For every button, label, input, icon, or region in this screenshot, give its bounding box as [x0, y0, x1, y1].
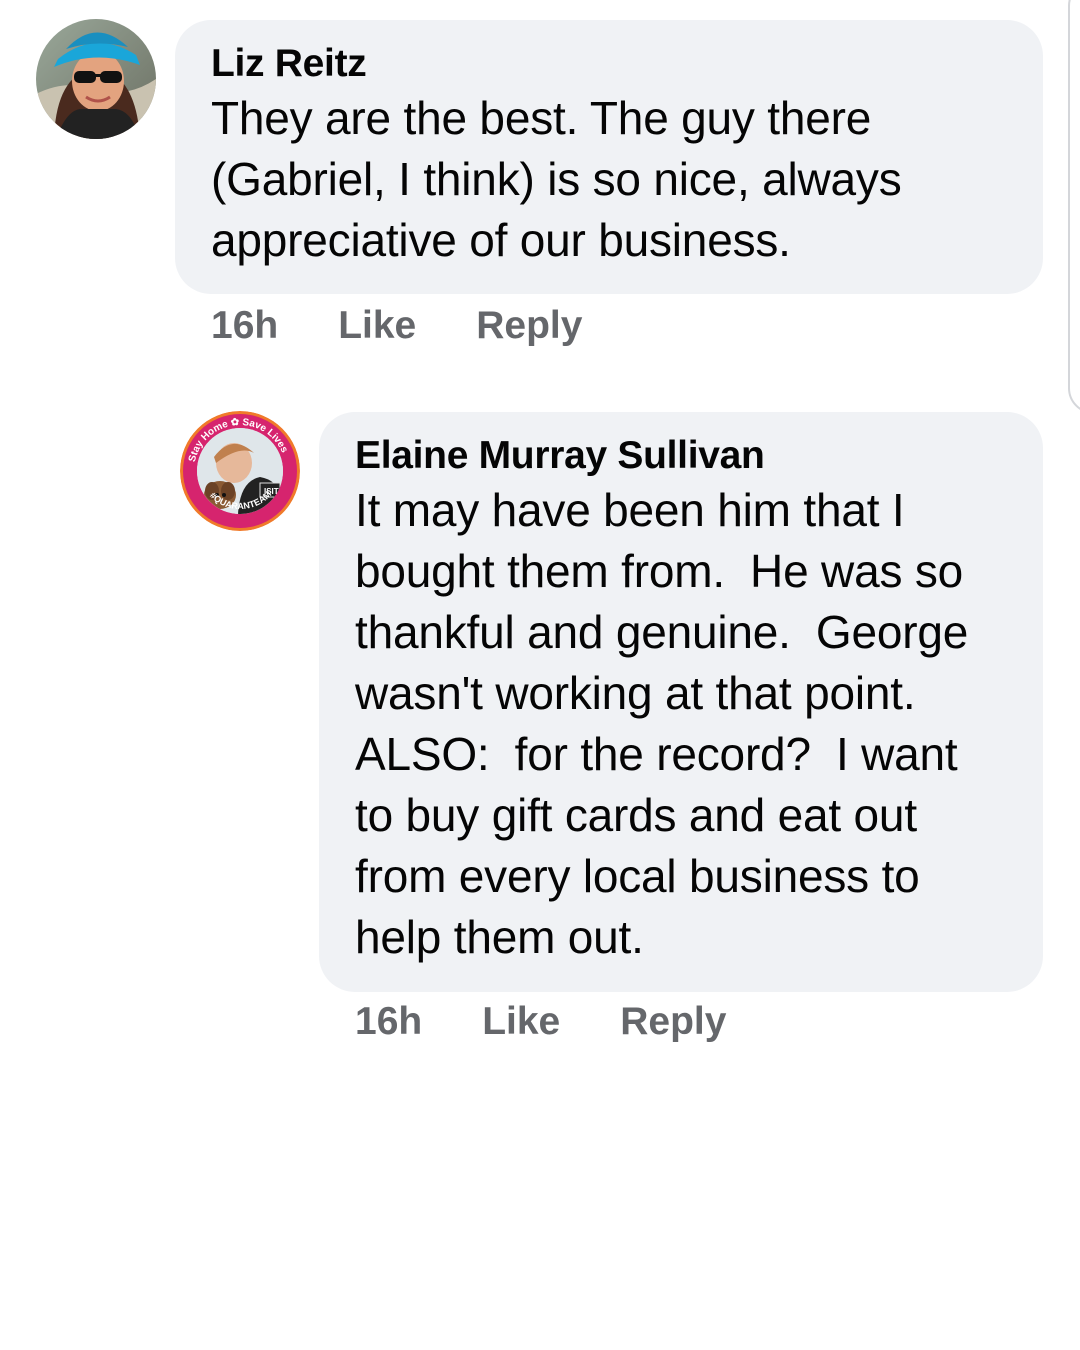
comment-author[interactable]: Liz Reitz — [211, 42, 1009, 86]
comment-elaine-murray-sullivan: Stay Home ✿ Save Lives #QUARANTEAM ISIT … — [0, 400, 1080, 1060]
comment-text-line: from every local business to — [355, 850, 920, 902]
comment-text-line: It may have been him that I — [355, 484, 905, 536]
avatar[interactable] — [36, 19, 156, 139]
comment-timestamp[interactable]: 16h — [211, 304, 278, 348]
comment-text-line: appreciative of our business. — [211, 214, 791, 266]
comment-timestamp[interactable]: 16h — [355, 1000, 422, 1044]
avatar-photo-icon — [36, 19, 156, 139]
shirt-text: ISIT — [264, 487, 279, 496]
reply-button[interactable]: Reply — [476, 304, 582, 348]
comment-author[interactable]: Elaine Murray Sullivan — [355, 434, 1013, 478]
comment-text-line: ALSO: for the record? I want — [355, 728, 958, 780]
comment-text-line: wasn't working at that point. — [355, 667, 916, 719]
avatar[interactable]: Stay Home ✿ Save Lives #QUARANTEAM ISIT — [180, 411, 300, 531]
avatar-frame-icon: Stay Home ✿ Save Lives #QUARANTEAM ISIT — [180, 411, 300, 531]
like-button[interactable]: Like — [338, 304, 416, 348]
comment-text-line: (Gabriel, I think) is so nice, always — [211, 153, 902, 205]
comment-text-line: to buy gift cards and eat out — [355, 789, 917, 841]
comment-liz-reitz: Liz Reitz They are the best. The guy the… — [0, 0, 1080, 360]
comment-text-line: help them out. — [355, 911, 644, 963]
reply-button[interactable]: Reply — [620, 1000, 726, 1044]
comment-text: They are the best. The guy there (Gabrie… — [211, 88, 1009, 271]
comment-text-line: bought them from. He was so — [355, 545, 964, 597]
comment-bubble: Liz Reitz They are the best. The guy the… — [175, 20, 1043, 294]
comment-bubble: Elaine Murray Sullivan It may have been … — [319, 412, 1043, 992]
comment-text-line: They are the best. The guy there — [211, 92, 872, 144]
like-button[interactable]: Like — [482, 1000, 560, 1044]
comment-actions: 16h Like Reply — [355, 998, 726, 1046]
comment-text: It may have been him that I bought them … — [355, 480, 1013, 968]
comment-actions: 16h Like Reply — [211, 302, 582, 350]
comment-text-line: thankful and genuine. George — [355, 606, 969, 658]
